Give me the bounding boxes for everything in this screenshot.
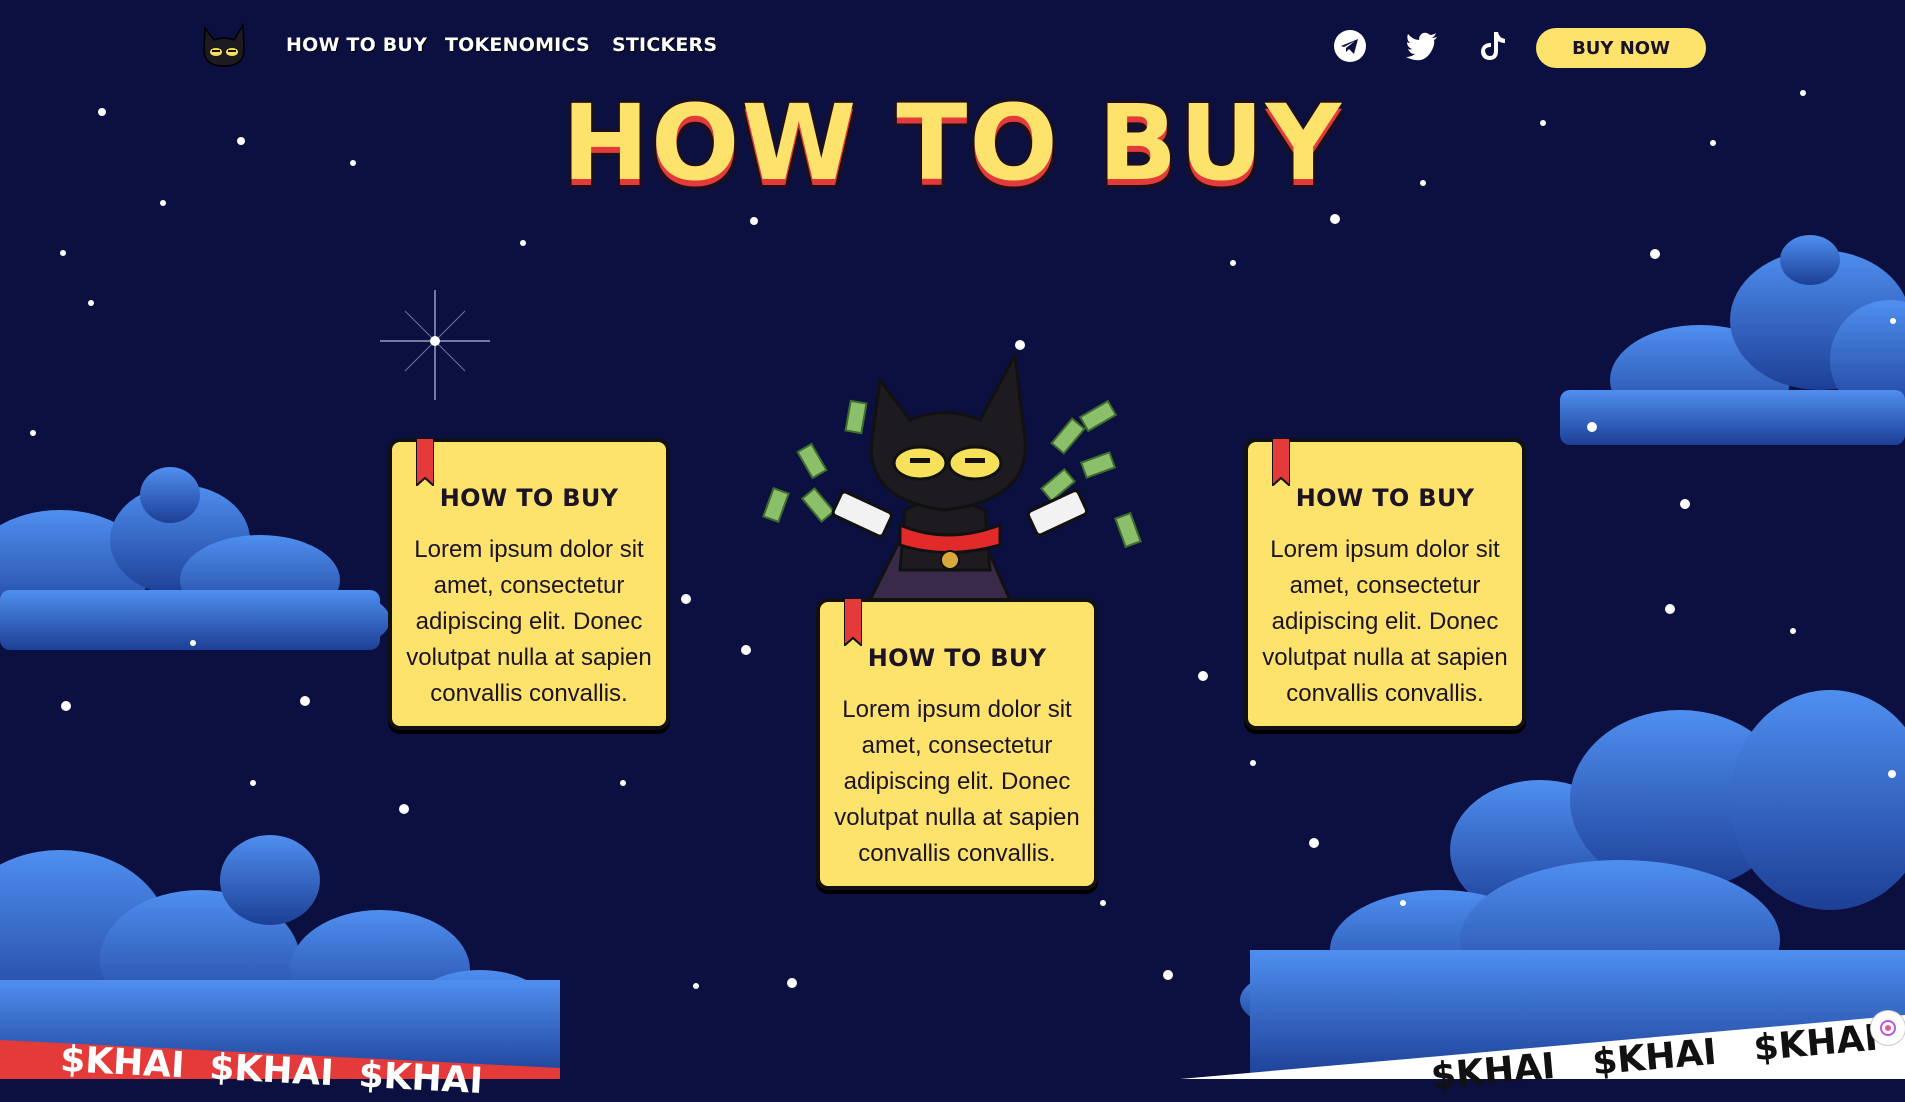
star (399, 804, 409, 814)
nav-link-how-to-buy[interactable]: HOW TO BUY (286, 34, 427, 56)
twitter-icon[interactable] (1404, 28, 1440, 64)
how-to-buy-card-2: HOW TO BUY Lorem ipsum dolor sit amet, c… (816, 598, 1098, 890)
star (1163, 970, 1173, 980)
star (741, 645, 751, 655)
nav-link-stickers[interactable]: STICKERS (612, 34, 717, 56)
star (1015, 340, 1025, 350)
star (60, 250, 66, 256)
star (1100, 900, 1106, 906)
star (1230, 260, 1236, 266)
star (1330, 214, 1340, 224)
card-text: Lorem ipsum dolor sit amet, consectetur … (834, 696, 1080, 867)
star (1400, 900, 1406, 906)
star (1665, 604, 1675, 614)
cat-mascot-illustration (762, 350, 1142, 600)
star (250, 780, 256, 786)
card-title: HOW TO BUY (439, 484, 619, 512)
star (1650, 249, 1660, 259)
telegram-icon[interactable] (1332, 28, 1368, 64)
star (1888, 770, 1896, 778)
tiktok-icon[interactable] (1474, 28, 1510, 64)
star (300, 696, 310, 706)
cat-logo-icon[interactable] (200, 22, 248, 70)
nav-link-tokenomics[interactable]: TOKENOMICS (445, 34, 590, 56)
star (30, 430, 36, 436)
star (1250, 760, 1256, 766)
bookmark-ribbon-icon (1272, 438, 1290, 486)
card-title: HOW TO BUY (1295, 484, 1475, 512)
card-text: Lorem ipsum dolor sit amet, consectetur … (406, 536, 652, 707)
buy-now-button[interactable]: BUY NOW (1536, 28, 1706, 68)
bookmark-ribbon-icon (416, 438, 434, 486)
top-navbar: HOW TO BUY TOKENOMICS STICKERS BUY NOW (0, 0, 1905, 94)
how-to-buy-card-3: HOW TO BUY Lorem ipsum dolor sit amet, c… (1244, 438, 1526, 730)
star (620, 780, 626, 786)
star (1680, 499, 1690, 509)
star (1587, 422, 1597, 432)
star (693, 983, 699, 989)
star (750, 217, 758, 225)
card-title: HOW TO BUY (867, 644, 1047, 672)
floating-widget-button[interactable] (1870, 1010, 1905, 1046)
bookmark-ribbon-icon (844, 598, 862, 646)
star (681, 594, 691, 604)
star (1890, 318, 1896, 324)
star (61, 701, 71, 711)
star (1790, 628, 1796, 634)
star (190, 640, 196, 646)
star (787, 978, 797, 988)
card-text: Lorem ipsum dolor sit amet, consectetur … (1262, 536, 1508, 707)
brain-icon (1880, 1020, 1896, 1036)
page-title: HOW TO BUY (562, 82, 1343, 204)
star (88, 300, 94, 306)
star (1309, 838, 1319, 848)
how-to-buy-card-1: HOW TO BUY Lorem ipsum dolor sit amet, c… (388, 438, 670, 730)
star (1198, 671, 1208, 681)
sparkle-icon (380, 290, 490, 400)
star (520, 240, 526, 246)
